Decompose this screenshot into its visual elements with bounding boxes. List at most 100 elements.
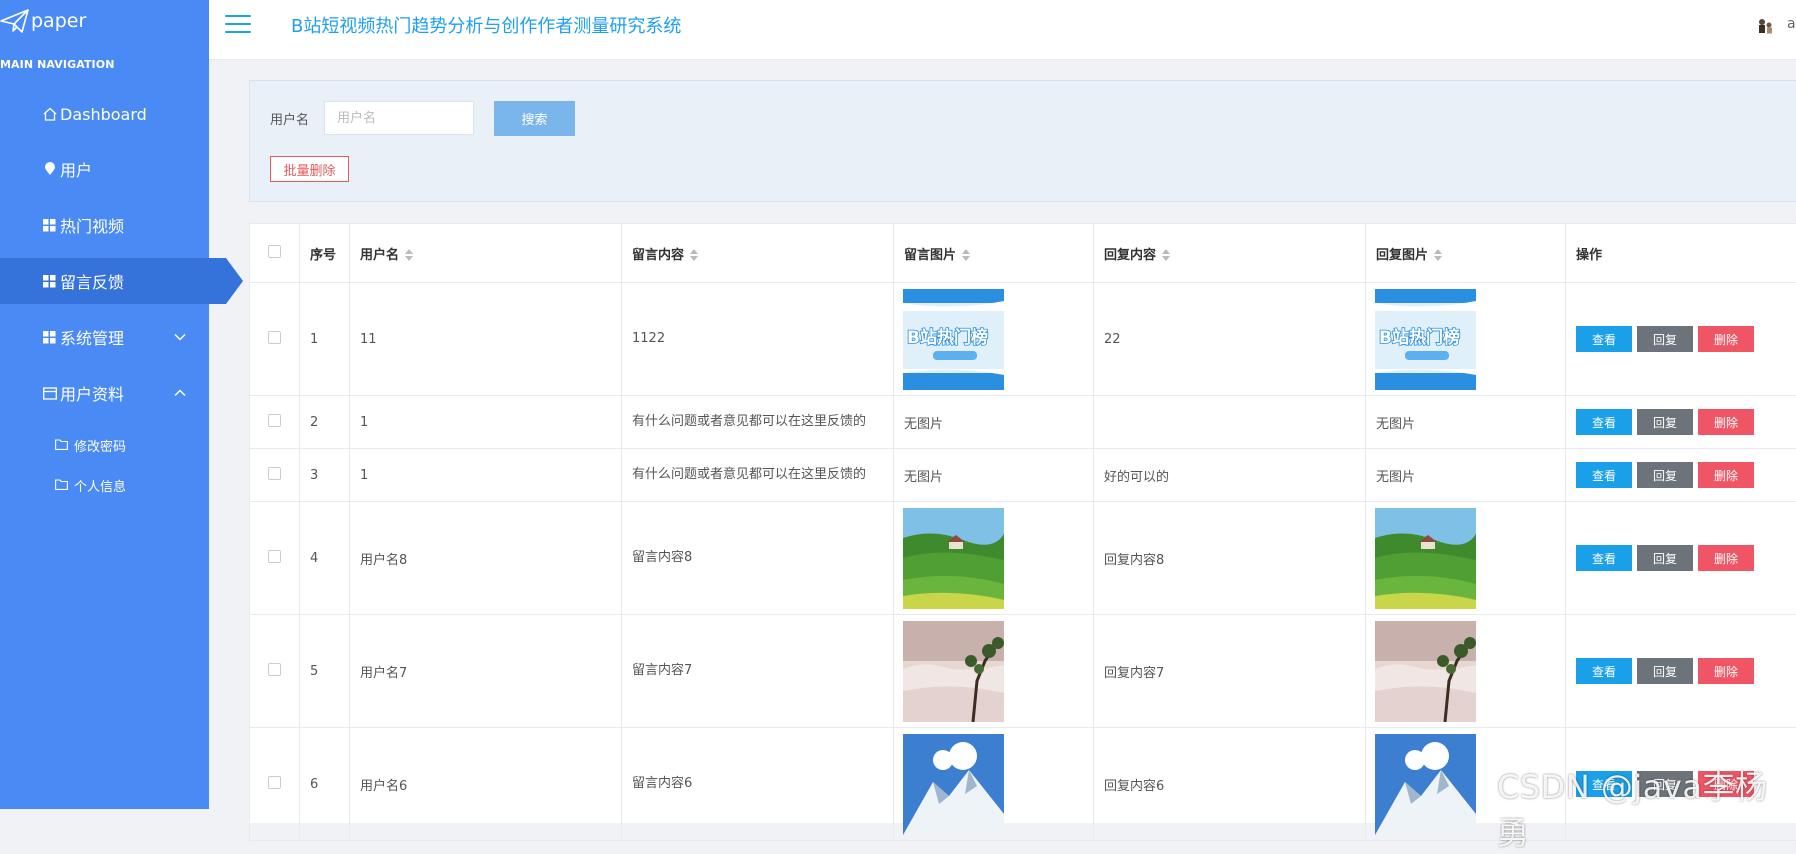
username-search-input[interactable] [324,101,474,135]
sidebar-subitem-personal-info[interactable]: 个人信息 [0,467,209,503]
image-cell [894,615,1094,728]
table-header-row: 序号 用户名 留言内容 留言图片 回复内容 回复图片 操作 [250,224,1796,283]
folder-icon [55,439,69,451]
row-reply [1094,396,1366,449]
sort-icon[interactable] [690,249,698,261]
home-icon [42,107,57,122]
delete-button[interactable]: 删除 [1698,658,1754,684]
row-content: 留言内容6 [622,728,894,841]
thumbnail-image[interactable] [1375,621,1476,722]
sidebar-item-feedback[interactable]: 留言反馈 [0,258,226,304]
row-actions: 查看回复删除 [1566,502,1796,615]
reply-button[interactable]: 回复 [1637,771,1693,797]
row-checkbox[interactable] [250,728,300,841]
sidebar-item-dashboard[interactable]: Dashboard [0,91,209,137]
sidebar-subitem-change-password[interactable]: 修改密码 [0,427,209,463]
row-index: 5 [300,615,350,728]
row-username: 1 [350,449,622,502]
row-content: 留言内容7 [622,615,894,728]
thumbnail-image[interactable] [1375,508,1476,609]
row-checkbox[interactable] [250,615,300,728]
folder-icon [55,479,69,491]
nav-heading: MAIN NAVIGATION [0,58,115,71]
table-row[interactable]: 1 11 1122 B站热门榜 22 B站热门榜 查看回复删除 [250,283,1796,396]
menu-toggle-icon[interactable] [225,15,251,35]
thumbnail-image[interactable] [1375,734,1476,835]
thumbnail-image[interactable]: B站热门榜 [903,289,1004,390]
delete-button[interactable]: 删除 [1698,545,1754,571]
delete-button[interactable]: 删除 [1698,409,1754,435]
row-username: 11 [350,283,622,396]
view-button[interactable]: 查看 [1576,658,1632,684]
reply-button[interactable]: 回复 [1637,658,1693,684]
row-reply: 回复内容7 [1094,615,1366,728]
table-row[interactable]: 2 1 有什么问题或者意见都可以在这里反馈的 无图片 无图片 查看回复删除 [250,396,1796,449]
delete-button[interactable]: 删除 [1698,771,1754,797]
row-username: 用户名6 [350,728,622,841]
row-reply: 回复内容6 [1094,728,1366,841]
row-checkbox[interactable] [250,449,300,502]
delete-button[interactable]: 删除 [1698,326,1754,352]
card-icon [42,386,57,401]
avatar[interactable] [1755,16,1775,36]
thumbnail-image[interactable] [903,621,1004,722]
column-header-reply[interactable]: 回复内容 [1094,224,1366,283]
view-button[interactable]: 查看 [1576,326,1632,352]
view-button[interactable]: 查看 [1576,771,1632,797]
sidebar-subitem-label: 修改密码 [74,436,126,455]
row-index: 3 [300,449,350,502]
table-row[interactable]: 6 用户名6 留言内容6 回复内容6 查看回复删除 [250,728,1796,841]
sort-icon[interactable] [962,249,970,261]
sidebar-item-hot-videos[interactable]: 热门视频 [0,202,209,248]
table-row[interactable]: 5 用户名7 留言内容7 回复内容7 查看 [250,615,1796,728]
column-header-content[interactable]: 留言内容 [622,224,894,283]
row-username: 用户名8 [350,502,622,615]
image-cell [1366,728,1566,841]
sidebar-item-profile[interactable]: 用户资料 [0,370,209,416]
view-button[interactable]: 查看 [1576,409,1632,435]
row-checkbox[interactable] [250,396,300,449]
batch-delete-button[interactable]: 批量删除 [270,156,349,182]
row-actions: 查看回复删除 [1566,615,1796,728]
row-checkbox[interactable] [250,283,300,396]
reply-button[interactable]: 回复 [1637,545,1693,571]
row-content: 留言内容8 [622,502,894,615]
image-cell [894,502,1094,615]
table-row[interactable]: 3 1 有什么问题或者意见都可以在这里反馈的 无图片 好的可以的 无图片 查看回… [250,449,1796,502]
feedback-table: 序号 用户名 留言内容 留言图片 回复内容 回复图片 操作 1 11 1122 … [249,223,1796,823]
row-reply: 好的可以的 [1094,449,1366,502]
row-actions: 查看回复删除 [1566,728,1796,841]
view-button[interactable]: 查看 [1576,462,1632,488]
image-cell: B站热门榜 [894,283,1094,396]
sort-icon[interactable] [1434,249,1442,261]
column-header-image[interactable]: 留言图片 [894,224,1094,283]
grid-icon [42,330,57,345]
thumbnail-image[interactable] [903,508,1004,609]
sidebar-item-users[interactable]: 用户 [0,146,209,192]
column-header-reply-image[interactable]: 回复图片 [1366,224,1566,283]
username-label: 用户名 [270,109,309,128]
reply-button[interactable]: 回复 [1637,462,1693,488]
image-cell: 无图片 [1366,449,1566,502]
row-content: 有什么问题或者意见都可以在这里反馈的 [622,449,894,502]
sidebar-item-system[interactable]: 系统管理 [0,314,209,360]
sidebar-item-label: 用户资料 [60,381,124,405]
sidebar-item-label: 系统管理 [60,325,124,349]
username-label[interactable]: ad [1787,16,1796,32]
column-header-username[interactable]: 用户名 [350,224,622,283]
thumbnail-image[interactable] [903,734,1004,835]
search-button[interactable]: 搜索 [494,101,575,136]
sort-icon[interactable] [1162,249,1170,261]
reply-button[interactable]: 回复 [1637,326,1693,352]
select-all-checkbox[interactable] [250,224,300,283]
paper-plane-icon [0,8,30,34]
thumbnail-image[interactable]: B站热门榜 [1375,289,1476,390]
row-content: 1122 [622,283,894,396]
reply-button[interactable]: 回复 [1637,409,1693,435]
table-row[interactable]: 4 用户名8 留言内容8 回复内容8 查看回复删除 [250,502,1796,615]
logo[interactable]: paper [0,8,86,34]
delete-button[interactable]: 删除 [1698,462,1754,488]
row-checkbox[interactable] [250,502,300,615]
sort-icon[interactable] [405,249,413,261]
view-button[interactable]: 查看 [1576,545,1632,571]
